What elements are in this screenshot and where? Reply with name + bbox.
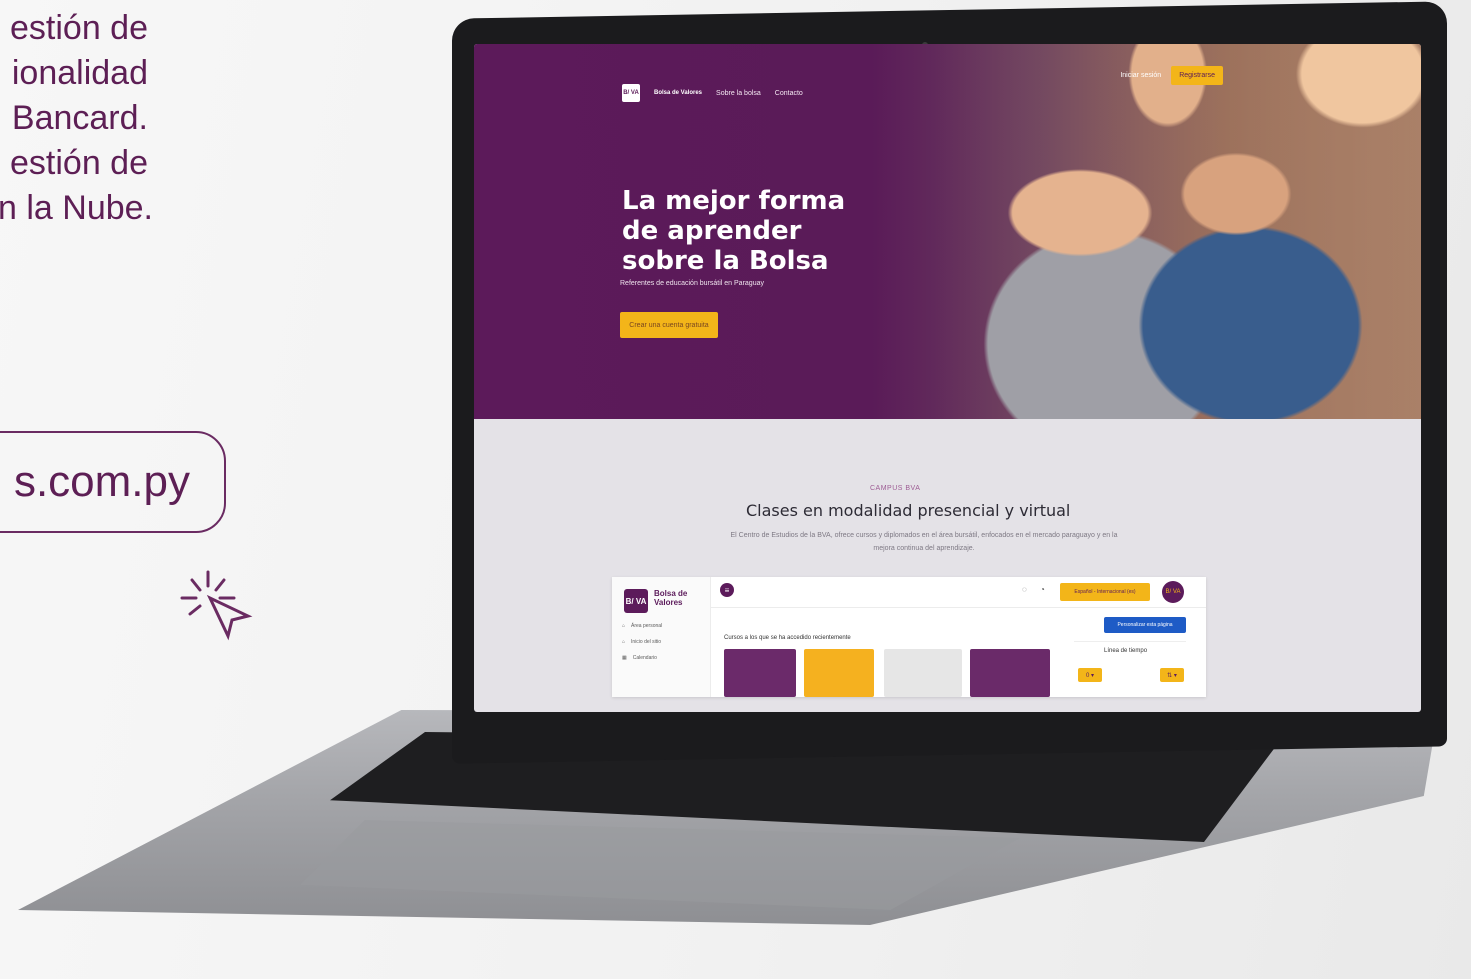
app-sidebar: B/ VA Bolsa de Valores ⌂ Área personal ⌂ I…	[612, 577, 711, 697]
click-cursor-icon	[180, 570, 253, 641]
timeline-sort-button[interactable]: ⇅ ▾	[1160, 668, 1184, 682]
sidebar-item-inicio[interactable]: ⌂ Inicio del sitio	[622, 639, 661, 645]
create-account-button[interactable]: Crear una cuenta gratuita	[620, 312, 718, 338]
app-topbar: ≡ ◌ ◔ Español - Internacional (es) B/ VA	[710, 577, 1206, 608]
left-text-line: Bancard.	[11, 99, 148, 137]
website-url-button[interactable]: s.com.py	[0, 431, 226, 533]
calendar-icon: ▦	[622, 655, 627, 661]
top-navigation: B/ VA Bolsa de Valores Sobre la bolsa Co…	[622, 84, 803, 102]
nav-link-sobre[interactable]: Sobre la bolsa	[716, 90, 761, 97]
course-card[interactable]	[970, 649, 1050, 697]
user-avatar[interactable]: B/ VA	[1162, 581, 1184, 603]
recent-courses-title: Cursos a los que se ha accedido reciente…	[724, 635, 851, 641]
campus-section: CAMPUS BVA Clases en modalidad presencia…	[474, 419, 1421, 712]
hero-headline: La mejor forma de aprender sobre la Bols…	[622, 186, 846, 276]
chat-icon[interactable]: ◌	[1022, 585, 1027, 594]
timeline-title: Línea de tiempo	[1104, 648, 1148, 654]
sidebar-item-area-personal[interactable]: ⌂ Área personal	[622, 623, 662, 629]
section-title: Clases en modalidad presencial y virtual	[746, 501, 1071, 520]
register-button[interactable]: Registrarse	[1171, 66, 1223, 85]
language-select[interactable]: Español - Internacional (es)	[1060, 583, 1150, 601]
section-kicker: CAMPUS BVA	[870, 485, 921, 492]
logo-text: Bolsa de Valores	[654, 89, 703, 96]
left-text-line: estión de	[10, 144, 148, 182]
menu-toggle-button[interactable]: ≡	[720, 583, 734, 597]
bva-logo[interactable]: B/ VA	[622, 84, 640, 102]
site-icon: ⌂	[622, 639, 626, 645]
moodle-dashboard-preview: B/ VA Bolsa de Valores ⌂ Área personal ⌂ I…	[612, 577, 1206, 697]
app-logo: B/ VA	[624, 589, 648, 613]
timeline-block: Línea de tiempo 0 ▾ ⇅ ▾	[1074, 641, 1186, 698]
hero-subtitle: Referentes de educación bursátil en Para…	[620, 280, 764, 287]
app-logo-text: Bolsa de Valores	[654, 589, 688, 607]
nav-actions: Iniciar sesión Registrarse	[1120, 66, 1223, 85]
left-text-line: n la Nube.	[0, 189, 153, 227]
course-card[interactable]	[724, 649, 796, 697]
personalize-page-button[interactable]: Personalizar esta página	[1104, 617, 1186, 633]
timeline-filter-button[interactable]: 0 ▾	[1078, 668, 1102, 682]
laptop-screen: B/ VA Bolsa de Valores Sobre la bolsa Co…	[474, 44, 1421, 712]
course-card[interactable]	[804, 649, 874, 697]
home-icon: ⌂	[622, 623, 626, 629]
left-text-line: ionalidad	[11, 54, 148, 92]
bell-icon[interactable]: ◔	[1040, 585, 1045, 594]
login-link[interactable]: Iniciar sesión	[1120, 72, 1161, 79]
hero-section: B/ VA Bolsa de Valores Sobre la bolsa Co…	[474, 44, 1421, 419]
url-text: s.com.py	[13, 457, 190, 506]
nav-link-contacto[interactable]: Contacto	[775, 90, 803, 97]
course-card[interactable]	[884, 649, 962, 697]
section-description: El Centro de Estudios de la BVA, ofrece …	[730, 532, 1118, 552]
left-description: estión de ionalidad Bancard. estión de n…	[0, 6, 153, 231]
sidebar-item-calendario[interactable]: ▦ Calendario	[622, 655, 657, 661]
hero-photo	[934, 44, 1421, 419]
left-text-line: estión de	[10, 9, 148, 47]
